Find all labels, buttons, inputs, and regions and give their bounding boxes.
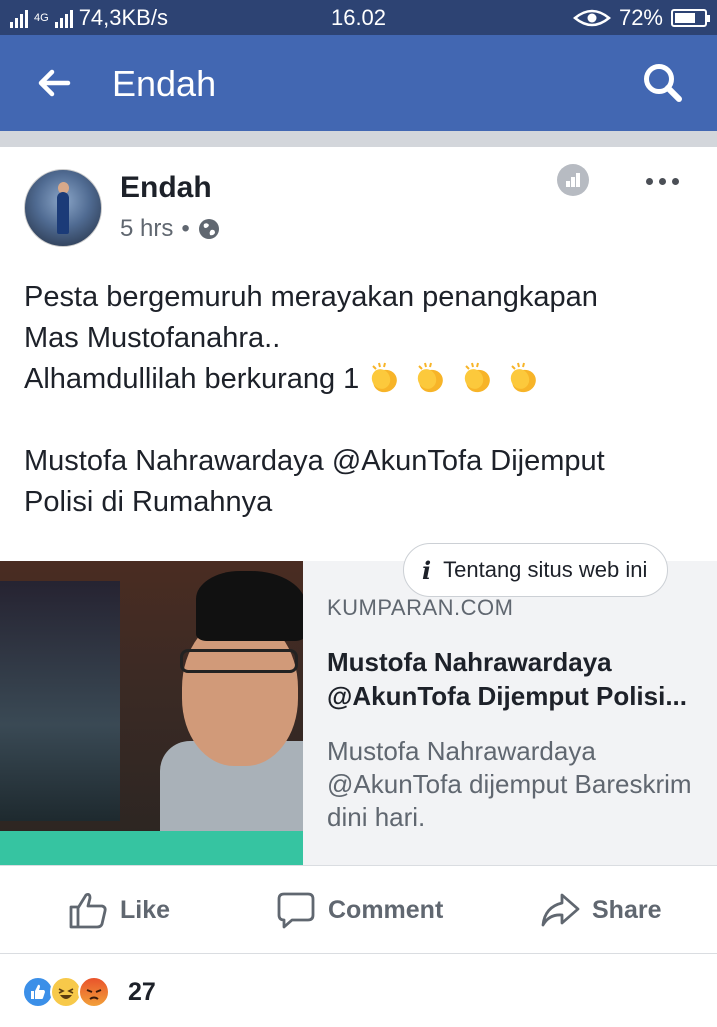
battery-icon [671, 9, 710, 27]
share-button[interactable]: Share [540, 890, 661, 930]
post-meta: 5 hrs • [120, 215, 220, 243]
dot-separator: • [181, 215, 190, 242]
clapping-hands-icon [418, 362, 444, 393]
action-bar: Like Comment Share [0, 865, 717, 953]
post-line-3: Alhamdullilah berkurang 1 [24, 363, 360, 395]
angry-reaction-icon [78, 976, 110, 1008]
post-line-5: Mustofa Nahrawardaya @AkunTofa Dijemput [24, 445, 605, 477]
app-bar: Endah [0, 35, 717, 131]
link-thumbnail[interactable] [0, 561, 303, 865]
page-title: Endah [112, 63, 217, 104]
search-icon[interactable] [641, 61, 685, 105]
separator [0, 131, 717, 147]
avatar[interactable] [24, 169, 102, 247]
more-options-icon[interactable] [646, 171, 686, 191]
comment-label: Comment [328, 895, 444, 924]
reaction-icons [22, 976, 110, 1008]
avatar-figure [57, 192, 69, 234]
clap-emoji-group [367, 362, 543, 395]
thumb-glasses [180, 649, 298, 673]
battery-percent: 72% [618, 5, 663, 30]
thumbs-up-icon [69, 893, 107, 929]
status-right: 72% [572, 5, 710, 31]
like-label: Like [120, 895, 171, 924]
about-website-label: Tentang situs web ini [443, 557, 648, 582]
link-domain: KUMPARAN.COM [327, 595, 514, 620]
reactions-summary[interactable]: 27 [0, 953, 717, 1027]
link-title-line-1: Mustofa Nahrawardaya [327, 647, 612, 677]
eye-icon [572, 9, 611, 27]
comment-button[interactable]: Comment [276, 890, 443, 930]
info-icon: i [422, 555, 432, 585]
post-line-3-container: Alhamdullilah berkurang 1 [24, 359, 694, 400]
about-website-button[interactable]: i Tentang situs web ini [403, 543, 669, 597]
thumb-cap [196, 571, 303, 641]
reaction-count: 27 [128, 978, 156, 1006]
link-title-line-2: @AkunTofa Dijemput Polisi... [327, 681, 688, 711]
arrow-left-icon[interactable] [34, 63, 74, 103]
share-label: Share [592, 895, 662, 924]
post-line-2: Mas Mustofanahra.. [24, 322, 281, 354]
link-description: Mustofa Nahrawardaya @AkunTofa dijemput … [327, 736, 692, 832]
status-bar: 4G 74,3KB/s 16.02 72% [0, 0, 717, 35]
post-line-6: Polisi di Rumahnya [24, 486, 273, 518]
battery-level [675, 13, 696, 23]
post-text: Pesta bergemuruh merayakan penangkapan M… [24, 277, 694, 523]
thumb-band [0, 831, 303, 865]
globe-icon [198, 219, 219, 239]
thumb-window [0, 581, 120, 821]
clapping-hands-icon [372, 362, 398, 393]
post-line-4 [24, 400, 694, 441]
clapping-hands-icon [464, 362, 490, 393]
insights-icon[interactable] [557, 164, 589, 196]
post-time[interactable]: 5 hrs [120, 215, 173, 243]
like-button[interactable]: Like [68, 890, 170, 930]
clapping-hands-icon [510, 362, 536, 393]
post-card: Endah 5 hrs • Pesta bergemuruh merayakan… [0, 147, 717, 1027]
link-preview[interactable]: i Tentang situs web ini KUMPARAN.COM Mus… [0, 543, 717, 865]
comment-icon [277, 892, 315, 929]
share-icon [541, 893, 580, 927]
author-name[interactable]: Endah [120, 171, 212, 205]
post-line-1: Pesta bergemuruh merayakan penangkapan [24, 281, 598, 313]
